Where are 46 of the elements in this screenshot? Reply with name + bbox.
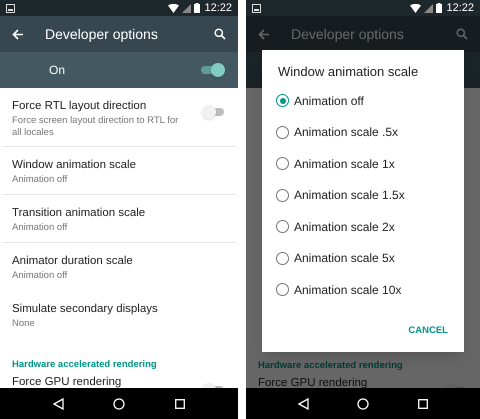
recents-icon[interactable] <box>175 398 186 408</box>
home-icon[interactable] <box>357 398 370 410</box>
cancel-button[interactable]: CANCEL <box>404 319 452 343</box>
radio-button[interactable] <box>276 126 289 139</box>
radio-button[interactable] <box>276 252 289 265</box>
dialog-title: Window animation scale <box>277 64 420 80</box>
toolbar-title: Developer options <box>45 24 159 44</box>
radio-button[interactable] <box>276 188 289 202</box>
settings-row[interactable]: Animator duration scale Animation off <box>2 243 236 291</box>
radio-option[interactable]: Animation scale .5x <box>262 116 412 148</box>
signal-icon <box>182 4 192 12</box>
radio-option[interactable]: Animation scale 1.5x <box>262 180 419 211</box>
search-icon[interactable] <box>214 28 226 40</box>
radio-option[interactable]: Animation scale 2x <box>262 211 409 242</box>
back-icon[interactable] <box>298 398 310 410</box>
toggle-switch[interactable] <box>202 105 226 119</box>
home-icon[interactable] <box>113 398 126 410</box>
radio-button[interactable] <box>276 283 289 296</box>
radio-option[interactable]: Animation off <box>262 85 378 116</box>
section-header: Hardware accelerated rendering <box>12 359 157 370</box>
toggle-switch[interactable] <box>201 63 225 77</box>
toolbar-title: Developer options <box>291 24 405 44</box>
signal-icon <box>424 4 434 12</box>
radio-option[interactable]: Animation scale 5x <box>262 242 409 274</box>
radio-button[interactable] <box>276 157 289 170</box>
settings-row[interactable]: Force RTL layout direction Force screen layout direction to RTL for all locales <box>2 88 236 147</box>
master-switch-bar[interactable]: On <box>0 52 238 88</box>
back-arrow-icon[interactable] <box>12 28 24 40</box>
battery-icon <box>194 3 200 13</box>
radio-button[interactable] <box>276 220 289 234</box>
image-icon <box>252 4 261 12</box>
settings-row[interactable]: Window animation scale Animation off <box>2 147 236 195</box>
recents-icon[interactable] <box>418 398 428 408</box>
radio-button[interactable] <box>276 94 289 108</box>
radio-option[interactable]: Animation scale 1x <box>262 148 409 180</box>
clock: 12:22 <box>204 0 232 16</box>
back-icon[interactable] <box>52 398 64 410</box>
settings-row[interactable]: Simulate secondary displays None <box>2 291 236 339</box>
clock: 12:22 <box>446 0 474 16</box>
radio-option[interactable]: Animation scale 10x <box>262 274 416 306</box>
section-header: Hardware accelerated rendering <box>258 360 403 371</box>
image-icon <box>6 4 15 12</box>
wifi-icon <box>410 4 422 12</box>
settings-row[interactable]: Transition animation scale Animation off <box>2 195 236 243</box>
wifi-icon <box>168 4 180 12</box>
battery-icon <box>436 3 442 13</box>
